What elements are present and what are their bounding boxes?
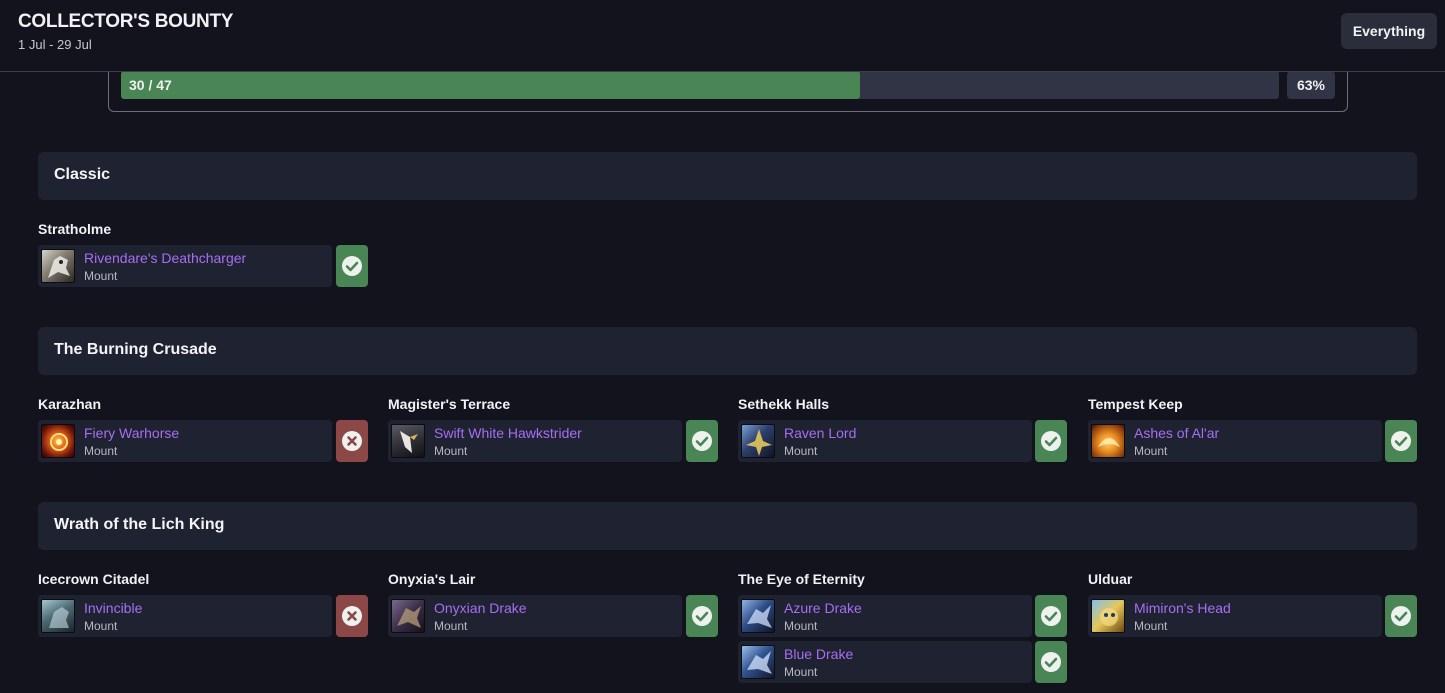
checkmark-icon xyxy=(692,606,712,626)
item-card[interactable]: Mimiron's Head Mount xyxy=(1088,595,1382,637)
item-type: Mount xyxy=(434,444,468,458)
collected-status-button[interactable] xyxy=(1385,420,1417,462)
item-name[interactable]: Fiery Warhorse xyxy=(84,425,179,441)
dungeon-name: Magister's Terrace xyxy=(388,396,511,412)
missing-status-button[interactable] xyxy=(336,595,368,637)
item-type: Mount xyxy=(1134,619,1168,633)
dungeon-name: Sethekk Halls xyxy=(738,396,830,412)
item-type: Mount xyxy=(84,619,118,633)
item-card[interactable]: Invincible Mount xyxy=(38,595,332,637)
dungeon-name: Onyxia's Lair xyxy=(388,571,476,587)
black-drake-icon xyxy=(391,599,425,633)
checkmark-icon xyxy=(342,256,362,276)
section-title: The Burning Crusade xyxy=(54,341,217,358)
filter-dropdown-button[interactable]: Everything xyxy=(1341,13,1437,49)
dungeon-name: Karazhan xyxy=(38,396,102,412)
item-card[interactable]: Blue Drake Mount xyxy=(738,641,1032,683)
azure-drake-icon xyxy=(741,599,775,633)
collected-status-button[interactable] xyxy=(686,595,718,637)
item-name[interactable]: Blue Drake xyxy=(784,646,853,662)
checkmark-icon xyxy=(1041,606,1061,626)
item-card[interactable]: Azure Drake Mount xyxy=(738,595,1032,637)
item-type: Mount xyxy=(84,444,118,458)
item-type: Mount xyxy=(434,619,468,633)
fiery-horse-icon xyxy=(41,424,75,458)
item-name[interactable]: Onyxian Drake xyxy=(434,600,527,616)
phoenix-icon xyxy=(1091,424,1125,458)
dungeon-name: Tempest Keep xyxy=(1088,396,1183,412)
item-card[interactable]: Onyxian Drake Mount xyxy=(388,595,682,637)
item-type: Mount xyxy=(784,619,818,633)
blue-drake-icon xyxy=(741,645,775,679)
checkmark-icon xyxy=(1041,652,1061,672)
progress-count: 30 / 47 xyxy=(129,77,172,93)
hawkstrider-icon xyxy=(391,424,425,458)
item-type: Mount xyxy=(784,444,818,458)
date-range: 1 Jul - 29 Jul xyxy=(18,37,92,52)
section-header-classic[interactable]: Classic xyxy=(38,152,1417,200)
collected-status-button[interactable] xyxy=(1385,595,1417,637)
collected-status-button[interactable] xyxy=(1035,595,1067,637)
progress-percent: 63% xyxy=(1287,71,1335,99)
item-name[interactable]: Mimiron's Head xyxy=(1134,600,1231,616)
progress-bar: 30 / 47 xyxy=(121,71,1279,99)
collected-status-button[interactable] xyxy=(336,245,368,287)
checkmark-icon xyxy=(1391,606,1411,626)
item-card[interactable]: Swift White Hawkstrider Mount xyxy=(388,420,682,462)
checkmark-icon xyxy=(692,431,712,451)
dungeon-name: The Eye of Eternity xyxy=(738,571,865,587)
item-type: Mount xyxy=(84,269,118,283)
item-card[interactable]: Rivendare's Deathcharger Mount xyxy=(38,245,332,287)
item-type: Mount xyxy=(1134,444,1168,458)
item-name[interactable]: Invincible xyxy=(84,600,142,616)
item-card[interactable]: Fiery Warhorse Mount xyxy=(38,420,332,462)
progress-bar-fill xyxy=(121,71,860,99)
skeletal-horse-icon xyxy=(41,249,75,283)
item-name[interactable]: Ashes of Al'ar xyxy=(1134,425,1219,441)
missing-status-button[interactable] xyxy=(336,420,368,462)
item-name[interactable]: Swift White Hawkstrider xyxy=(434,425,582,441)
page-header: COLLECTOR'S BOUNTY 1 Jul - 29 Jul Everyt… xyxy=(0,0,1445,72)
dungeon-name: Stratholme xyxy=(38,221,112,237)
item-name[interactable]: Azure Drake xyxy=(784,600,862,616)
section-title: Classic xyxy=(54,166,111,183)
item-card[interactable]: Ashes of Al'ar Mount xyxy=(1088,420,1382,462)
collected-status-button[interactable] xyxy=(1035,420,1067,462)
collected-status-button[interactable] xyxy=(1035,641,1067,683)
frost-horse-icon xyxy=(41,599,75,633)
section-header-burning-crusade[interactable]: The Burning Crusade xyxy=(38,327,1417,375)
raven-icon xyxy=(741,424,775,458)
dungeon-name: Icecrown Citadel xyxy=(38,571,150,587)
collected-status-button[interactable] xyxy=(686,420,718,462)
dungeon-name: Ulduar xyxy=(1088,571,1133,587)
section-title: Wrath of the Lich King xyxy=(54,516,225,533)
item-name[interactable]: Raven Lord xyxy=(784,425,856,441)
checkmark-icon xyxy=(1041,431,1061,451)
close-icon xyxy=(342,606,362,626)
checkmark-icon xyxy=(1391,431,1411,451)
section-header-wrath-of-the-lich-king[interactable]: Wrath of the Lich King xyxy=(38,502,1417,550)
page-title: COLLECTOR'S BOUNTY xyxy=(18,11,234,32)
item-type: Mount xyxy=(784,665,818,679)
item-name[interactable]: Rivendare's Deathcharger xyxy=(84,250,246,266)
mechanical-head-icon xyxy=(1091,599,1125,633)
item-card[interactable]: Raven Lord Mount xyxy=(738,420,1032,462)
close-icon xyxy=(342,431,362,451)
